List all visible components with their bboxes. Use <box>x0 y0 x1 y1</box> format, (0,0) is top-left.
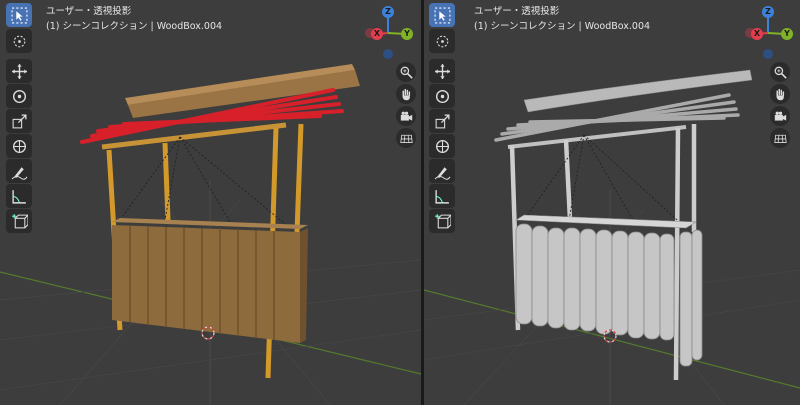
viewport-solid[interactable]: ユーザー・透視投影 (1) シーンコレクション | WoodBox.004 Z … <box>424 0 800 405</box>
cursor-icon <box>13 35 25 47</box>
measure-tool[interactable] <box>6 184 32 208</box>
rotate-tool[interactable] <box>6 84 32 108</box>
zoom-button[interactable] <box>770 62 790 82</box>
camera-icon <box>400 111 412 121</box>
move-icon <box>11 63 27 79</box>
viewport-header-right: ユーザー・透視投影 (1) シーンコレクション | WoodBox.004 <box>474 4 650 34</box>
select-box-icon <box>11 7 27 23</box>
annotate-tool[interactable] <box>429 159 455 183</box>
nav-gizmo-right[interactable]: Z X Y <box>742 4 794 62</box>
x-axis-button[interactable]: X <box>751 28 763 40</box>
grid-button[interactable] <box>396 128 416 148</box>
viewport-header-left: ユーザー・透視投影 (1) シーンコレクション | WoodBox.004 <box>46 4 222 34</box>
annotate-icon <box>434 166 450 180</box>
y-axis-button[interactable]: Y <box>781 28 793 40</box>
select-box-tool[interactable] <box>6 3 32 27</box>
grid-button[interactable] <box>770 128 790 148</box>
transform-icon <box>435 139 449 153</box>
zoom-icon <box>400 66 413 79</box>
measure-icon <box>434 189 449 204</box>
camera-icon <box>774 111 786 121</box>
transform-tool[interactable] <box>429 134 455 158</box>
view-mode-label: ユーザー・透視投影 <box>474 6 560 17</box>
add-cube-icon <box>11 213 28 228</box>
scene-render <box>0 64 421 405</box>
hand-icon <box>775 88 784 100</box>
scale-tool[interactable] <box>429 109 455 133</box>
transform-icon <box>12 139 26 153</box>
cursor-icon <box>436 35 448 47</box>
rotate-tool[interactable] <box>429 84 455 108</box>
collection-label: (1) シーンコレクション | WoodBox.004 <box>46 21 223 32</box>
collection-label: (1) シーンコレクション | WoodBox.004 <box>474 21 651 32</box>
camera-button[interactable] <box>770 106 790 126</box>
x-axis-button[interactable]: X <box>371 28 383 40</box>
scale-icon <box>12 113 27 128</box>
camera-button[interactable] <box>396 106 416 126</box>
hand-button[interactable] <box>770 84 790 104</box>
add-cube-tool[interactable] <box>6 209 32 233</box>
annotate-icon <box>11 166 27 180</box>
view-mode-label: ユーザー・透視投影 <box>46 6 132 17</box>
add-cube-icon <box>434 213 451 228</box>
cursor-tool[interactable] <box>6 29 32 53</box>
rotate-icon <box>435 89 449 103</box>
scale-icon <box>435 113 450 128</box>
move-tool[interactable] <box>429 59 455 83</box>
transform-tool[interactable] <box>6 134 32 158</box>
measure-icon <box>11 189 26 204</box>
zoom-button[interactable] <box>396 62 416 82</box>
grid-icon <box>399 134 413 143</box>
cursor-tool[interactable] <box>429 29 455 53</box>
rotate-icon <box>12 89 26 103</box>
grid-icon <box>773 134 787 143</box>
zoom-icon <box>774 66 787 79</box>
y-axis-button[interactable]: Y <box>401 28 413 40</box>
hand-icon <box>401 88 410 100</box>
scale-tool[interactable] <box>6 109 32 133</box>
move-tool[interactable] <box>6 59 32 83</box>
select-box-icon <box>434 7 450 23</box>
nav-gizmo-left[interactable]: Z X Y <box>362 4 414 62</box>
add-cube-tool[interactable] <box>429 209 455 233</box>
z-axis-button[interactable]: Z <box>762 6 774 18</box>
measure-tool[interactable] <box>429 184 455 208</box>
move-icon <box>434 63 450 79</box>
z-axis-button[interactable]: Z <box>382 6 394 18</box>
select-box-tool[interactable] <box>429 3 455 27</box>
viewport-material-preview[interactable]: ユーザー・透視投影 (1) シーンコレクション | WoodBox.004 Z … <box>0 0 421 405</box>
hand-button[interactable] <box>396 84 416 104</box>
annotate-tool[interactable] <box>6 159 32 183</box>
